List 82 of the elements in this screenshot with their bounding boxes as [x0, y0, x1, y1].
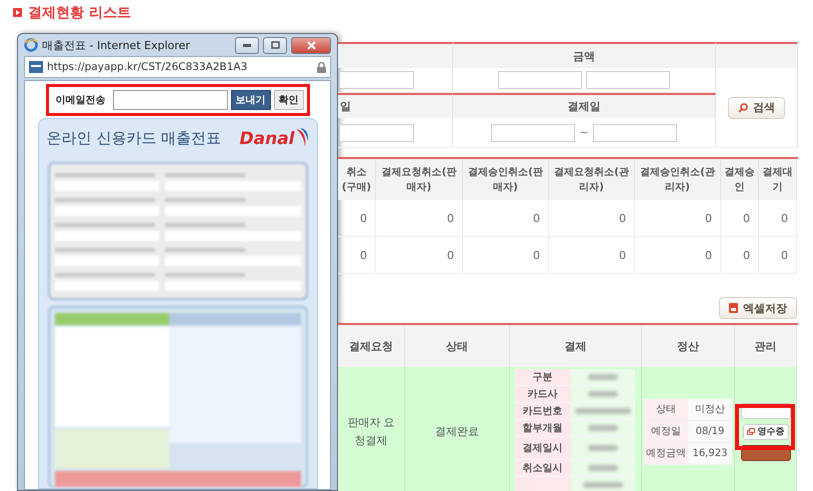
start-date-input[interactable]: [491, 124, 576, 142]
blurred-value: [588, 425, 618, 431]
column-header: 상태: [405, 325, 510, 367]
column-header: 결제승인취소(판매자): [463, 159, 549, 200]
windows-icon: [746, 428, 754, 435]
text-input[interactable]: [338, 71, 414, 89]
table-cell: 0: [376, 237, 463, 274]
table-cell: 0: [376, 200, 463, 237]
email-input[interactable]: [112, 90, 228, 110]
table-cell: 0: [721, 237, 759, 274]
field-label: 카드번호: [514, 403, 570, 420]
table-cell: 0: [338, 200, 376, 237]
field-label: 구분: [514, 369, 570, 386]
amount-min-input[interactable]: [498, 71, 582, 89]
address-bar[interactable]: https://payapp.kr/CST/26C833A2B1A3: [24, 56, 331, 78]
page-icon: [29, 61, 43, 73]
column-header: 금액: [453, 42, 716, 68]
table-cell: 0: [338, 237, 376, 274]
column-header: 결제요청취소(관리자): [549, 159, 635, 200]
blurred-value: [588, 374, 618, 380]
field-label: 예정일: [644, 420, 688, 442]
blurred-value: [582, 482, 622, 488]
range-separator: ~: [579, 126, 589, 139]
blurred-value: [574, 408, 630, 414]
window-title: 매출전표 - Internet Explorer: [42, 38, 191, 52]
page-title: 결제현황 리스트: [28, 4, 131, 22]
receipt-title: 온라인 신용카드 매출전표: [46, 128, 222, 148]
table-cell: 0: [635, 200, 721, 237]
table-cell: 0: [721, 200, 759, 237]
lock-icon: [317, 62, 326, 72]
confirm-button[interactable]: 확인: [274, 90, 304, 110]
table-cell-text: 판매자 요청결제: [346, 414, 396, 448]
column-header: 결제승인: [721, 159, 759, 200]
field-value: 08/19: [688, 420, 732, 442]
field-label: 취소일시: [514, 460, 570, 477]
end-date-input[interactable]: [592, 124, 677, 142]
field-label: 할부개월: [514, 420, 570, 437]
field-value: 미정산: [688, 398, 732, 420]
column-header: 결제대기: [759, 159, 797, 200]
receipt-button[interactable]: 영수증: [742, 424, 788, 440]
blurred-value: [588, 391, 618, 397]
maximize-icon: [270, 41, 280, 49]
title-bullet-icon: [13, 8, 22, 17]
minimize-button[interactable]: [235, 36, 259, 54]
date-input[interactable]: [338, 124, 414, 142]
column-header: 관리: [735, 325, 797, 367]
table-cell: 0: [759, 237, 797, 274]
column-header: 결제요청: [338, 325, 405, 367]
blurred-value: [588, 445, 618, 451]
column-header: 정산: [642, 325, 735, 367]
table-cell: 0: [463, 237, 549, 274]
field-label: 카드사: [514, 386, 570, 403]
column-header: 결제요청취소(판매자): [376, 159, 463, 200]
close-button[interactable]: [291, 36, 331, 54]
brand-logo: Danal: [240, 129, 294, 149]
minimize-icon: [243, 44, 251, 46]
email-label: 이메일전송: [56, 94, 106, 107]
search-icon: [738, 102, 748, 112]
search-button[interactable]: 검색: [728, 96, 785, 118]
maximize-button[interactable]: [263, 36, 287, 54]
field-label: 결제일시: [514, 437, 570, 460]
excel-save-button[interactable]: 엑셀저장: [719, 297, 797, 319]
highlight-frame: [735, 404, 795, 450]
column-header: 일: [338, 93, 453, 118]
field-label: 예정금액: [644, 442, 688, 464]
table-cell: 0: [759, 200, 797, 237]
column-header: 결제: [510, 325, 642, 367]
spreadsheet-icon: [729, 303, 738, 313]
field-value: 16,923: [688, 442, 732, 464]
table-cell: 0: [463, 200, 549, 237]
table-cell: 0: [549, 200, 635, 237]
send-button[interactable]: 보내기: [230, 90, 270, 110]
field-label: 상태: [644, 398, 688, 420]
blurred-value: [588, 465, 618, 471]
table-cell: 0: [549, 237, 635, 274]
column-header: 결제승인취소(관리자): [635, 159, 721, 200]
amount-max-input[interactable]: [586, 71, 670, 89]
close-icon: [306, 40, 316, 50]
table-cell: 0: [635, 237, 721, 274]
column-header: 취소(구매): [338, 159, 376, 200]
column-header: 결제일: [453, 93, 716, 118]
table-cell-text: 결제완료: [435, 424, 479, 440]
